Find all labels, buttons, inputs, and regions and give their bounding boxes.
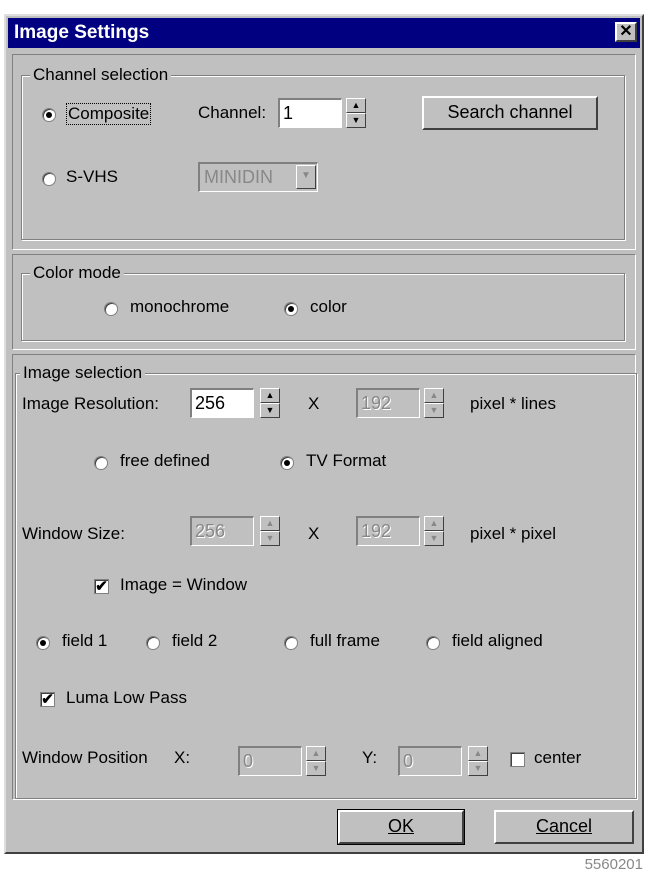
window-width-spinner[interactable]: ▲ ▼ bbox=[260, 516, 280, 546]
spin-up-icon[interactable]: ▲ bbox=[346, 98, 366, 113]
field-1-radio[interactable] bbox=[36, 636, 50, 650]
spin-up-icon[interactable]: ▲ bbox=[424, 388, 444, 403]
title-bar[interactable]: Image Settings ✕ bbox=[8, 18, 640, 48]
field-aligned-radio[interactable] bbox=[426, 636, 440, 650]
full-frame-label[interactable]: full frame bbox=[310, 631, 380, 651]
luma-low-pass-checkbox[interactable]: ✔ bbox=[40, 692, 55, 707]
spin-up-icon[interactable]: ▲ bbox=[468, 746, 488, 761]
window-width-input[interactable]: 256 bbox=[190, 516, 254, 546]
field-2-radio[interactable] bbox=[146, 636, 160, 650]
channel-selection-legend: Channel selection bbox=[30, 65, 172, 85]
times-sign: X bbox=[308, 394, 320, 413]
center-label[interactable]: center bbox=[534, 748, 581, 768]
image-settings-dialog: Image Settings ✕ Channel selection Compo… bbox=[4, 14, 644, 854]
channel-panel: Channel selection Composite Channel: 1 ▲… bbox=[12, 54, 636, 250]
window-title: Image Settings bbox=[14, 22, 150, 43]
color-label[interactable]: color bbox=[310, 297, 347, 317]
center-checkbox[interactable] bbox=[510, 752, 525, 767]
spin-up-icon[interactable]: ▲ bbox=[260, 516, 280, 531]
svhs-radio[interactable] bbox=[42, 172, 56, 186]
position-y-spinner[interactable]: ▲ ▼ bbox=[468, 746, 488, 776]
tv-format-label[interactable]: TV Format bbox=[306, 451, 386, 471]
color-mode-legend: Color mode bbox=[30, 263, 124, 283]
tv-format-radio[interactable] bbox=[280, 456, 294, 470]
ok-label: OK bbox=[387, 816, 414, 836]
free-defined-radio[interactable] bbox=[94, 456, 108, 470]
spin-down-icon[interactable]: ▼ bbox=[260, 531, 280, 546]
spin-down-icon[interactable]: ▼ bbox=[260, 403, 280, 418]
x-label: X: bbox=[174, 748, 191, 767]
channel-input[interactable]: 1 bbox=[278, 98, 342, 128]
field-aligned-label[interactable]: field aligned bbox=[452, 631, 543, 651]
resolution-height-input[interactable]: 192 bbox=[356, 388, 420, 418]
cancel-label: Cancel bbox=[535, 816, 593, 836]
color-mode-group: Color mode monochrome color bbox=[21, 263, 625, 341]
window-unit-label: pixel * pixel bbox=[470, 524, 556, 543]
y-label: Y: bbox=[362, 748, 378, 767]
resolution-unit-label: pixel * lines bbox=[470, 394, 556, 413]
window-height-input[interactable]: 192 bbox=[356, 516, 420, 546]
spin-down-icon[interactable]: ▼ bbox=[424, 531, 444, 546]
position-x-input[interactable]: 0 bbox=[238, 746, 302, 776]
position-y-input[interactable]: 0 bbox=[398, 746, 462, 776]
resolution-width-spinner[interactable]: ▲ ▼ bbox=[260, 388, 280, 418]
channel-label: Channel: bbox=[198, 103, 267, 122]
image-selection-group: Image selection Image Resolution: 256 ▲ … bbox=[15, 363, 637, 799]
color-mode-panel: Color mode monochrome color bbox=[12, 254, 636, 350]
image-equals-window-label[interactable]: Image = Window bbox=[120, 575, 247, 595]
color-radio[interactable] bbox=[284, 302, 298, 316]
monochrome-label[interactable]: monochrome bbox=[130, 297, 229, 317]
full-frame-radio[interactable] bbox=[284, 636, 298, 650]
composite-radio[interactable] bbox=[42, 108, 56, 122]
connector-dropdown[interactable]: MINIDIN ▼ bbox=[198, 162, 318, 192]
window-size-label: Window Size: bbox=[22, 524, 125, 543]
image-id-label: 5560201 bbox=[584, 856, 643, 873]
spin-down-icon[interactable]: ▼ bbox=[468, 761, 488, 776]
image-selection-legend: Image selection bbox=[20, 363, 146, 383]
channel-spinner[interactable]: ▲ ▼ bbox=[346, 98, 366, 128]
close-icon[interactable]: ✕ bbox=[615, 22, 637, 42]
window-position-label: Window Position bbox=[22, 748, 148, 767]
ok-button[interactable]: OK bbox=[337, 809, 465, 845]
spin-up-icon[interactable]: ▲ bbox=[424, 516, 444, 531]
chevron-down-icon[interactable]: ▼ bbox=[296, 165, 316, 189]
resolution-width-input[interactable]: 256 bbox=[190, 388, 254, 418]
resolution-height-spinner[interactable]: ▲ ▼ bbox=[424, 388, 444, 418]
field-1-label[interactable]: field 1 bbox=[62, 631, 107, 651]
spin-up-icon[interactable]: ▲ bbox=[260, 388, 280, 403]
channel-selection-group: Channel selection Composite Channel: 1 ▲… bbox=[21, 65, 625, 240]
spin-down-icon[interactable]: ▼ bbox=[424, 403, 444, 418]
image-selection-panel: Image selection Image Resolution: 256 ▲ … bbox=[12, 354, 637, 800]
svhs-label[interactable]: S-VHS bbox=[66, 167, 118, 187]
field-2-label[interactable]: field 2 bbox=[172, 631, 217, 651]
monochrome-radio[interactable] bbox=[104, 302, 118, 316]
connector-value: MINIDIN bbox=[204, 167, 273, 187]
window-height-spinner[interactable]: ▲ ▼ bbox=[424, 516, 444, 546]
composite-label[interactable]: Composite bbox=[66, 103, 152, 125]
free-defined-label[interactable]: free defined bbox=[120, 451, 210, 471]
times-sign: X bbox=[308, 524, 320, 543]
spin-up-icon[interactable]: ▲ bbox=[306, 746, 326, 761]
image-equals-window-checkbox[interactable]: ✔ bbox=[94, 579, 109, 594]
image-resolution-label: Image Resolution: bbox=[22, 394, 160, 413]
search-channel-button[interactable]: Search channel bbox=[422, 96, 598, 130]
cancel-button[interactable]: Cancel bbox=[494, 810, 634, 844]
spin-down-icon[interactable]: ▼ bbox=[306, 761, 326, 776]
position-x-spinner[interactable]: ▲ ▼ bbox=[306, 746, 326, 776]
spin-down-icon[interactable]: ▼ bbox=[346, 113, 366, 128]
luma-low-pass-label[interactable]: Luma Low Pass bbox=[66, 688, 187, 708]
